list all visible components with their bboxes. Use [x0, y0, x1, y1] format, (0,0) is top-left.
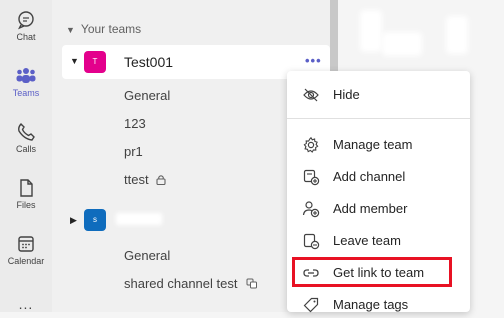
add-channel-icon — [303, 169, 320, 186]
leave-team-icon — [303, 233, 320, 250]
chat-icon — [18, 11, 34, 30]
rail-item-teams[interactable]: Teams — [0, 66, 52, 98]
menu-label-manage-tags: Manage tags — [333, 297, 409, 312]
team2-caret-icon: ▶ — [70, 215, 77, 225]
menu-item-manage-tags[interactable]: Manage tags — [287, 292, 470, 318]
rail-item-calendar[interactable]: Calendar — [0, 234, 52, 266]
rail-label-chat: Chat — [16, 32, 36, 42]
team-name: Test001 — [124, 54, 174, 70]
team2-avatar[interactable]: s — [84, 209, 106, 231]
rail-label-files: Files — [16, 200, 36, 210]
teams-icon — [16, 68, 36, 83]
shared-channel-icon — [246, 277, 258, 292]
more-options-button[interactable]: ••• — [305, 53, 322, 68]
menu-label-add-channel: Add channel — [333, 169, 406, 184]
rail-item-chat[interactable]: Chat — [0, 10, 52, 42]
channel-shared-channel-test[interactable]: shared channel test — [124, 276, 258, 292]
redacted-content — [360, 10, 382, 52]
menu-item-leave-team[interactable]: Leave team — [287, 228, 470, 254]
menu-item-add-member[interactable]: Add member — [287, 196, 470, 222]
rail-item-files[interactable]: Files — [0, 178, 52, 210]
channel-general[interactable]: General — [124, 88, 170, 103]
phone-icon — [18, 123, 35, 141]
menu-label-leave-team: Leave team — [333, 233, 401, 248]
file-icon — [20, 179, 33, 197]
channel-pr1[interactable]: pr1 — [124, 144, 143, 159]
rail-label-calendar: Calendar — [7, 256, 45, 266]
team-avatar: T — [84, 51, 106, 73]
rail-item-calls[interactable]: Calls — [0, 122, 52, 154]
lock-icon — [156, 173, 166, 188]
menu-item-add-channel[interactable]: Add channel — [287, 164, 470, 190]
team2-channel-general[interactable]: General — [124, 248, 170, 263]
hide-icon — [303, 88, 319, 102]
add-member-icon — [302, 201, 320, 218]
channel-ttest-label: ttest — [124, 172, 149, 187]
more-apps-button[interactable]: ... — [0, 296, 52, 312]
redacted-content-2 — [382, 32, 422, 56]
menu-divider — [287, 118, 470, 119]
tag-icon — [303, 297, 319, 313]
app-rail: Chat Teams Calls Files Calendar ... — [0, 0, 52, 312]
menu-label-hide: Hide — [333, 87, 360, 102]
menu-item-hide[interactable]: Hide — [287, 82, 470, 108]
rail-label-calls: Calls — [15, 144, 36, 154]
highlight-annotation — [292, 257, 452, 287]
channel-ttest[interactable]: ttest — [124, 172, 166, 188]
menu-item-manage-team[interactable]: Manage team — [287, 132, 470, 158]
redacted-content-3 — [446, 16, 468, 54]
rail-label-teams: Teams — [12, 88, 40, 98]
redacted-team-name — [116, 213, 162, 225]
your-teams-header[interactable]: ▼ Your teams — [66, 22, 141, 36]
shared-channel-label: shared channel test — [124, 276, 238, 291]
calendar-icon — [18, 236, 34, 252]
menu-label-add-member: Add member — [333, 201, 408, 216]
gear-icon — [303, 136, 319, 153]
menu-label-manage-team: Manage team — [333, 137, 413, 152]
channel-123[interactable]: 123 — [124, 116, 146, 131]
team-caret-icon: ▼ — [70, 56, 79, 66]
your-teams-label: Your teams — [80, 22, 142, 36]
section-caret-icon: ▼ — [66, 25, 75, 35]
